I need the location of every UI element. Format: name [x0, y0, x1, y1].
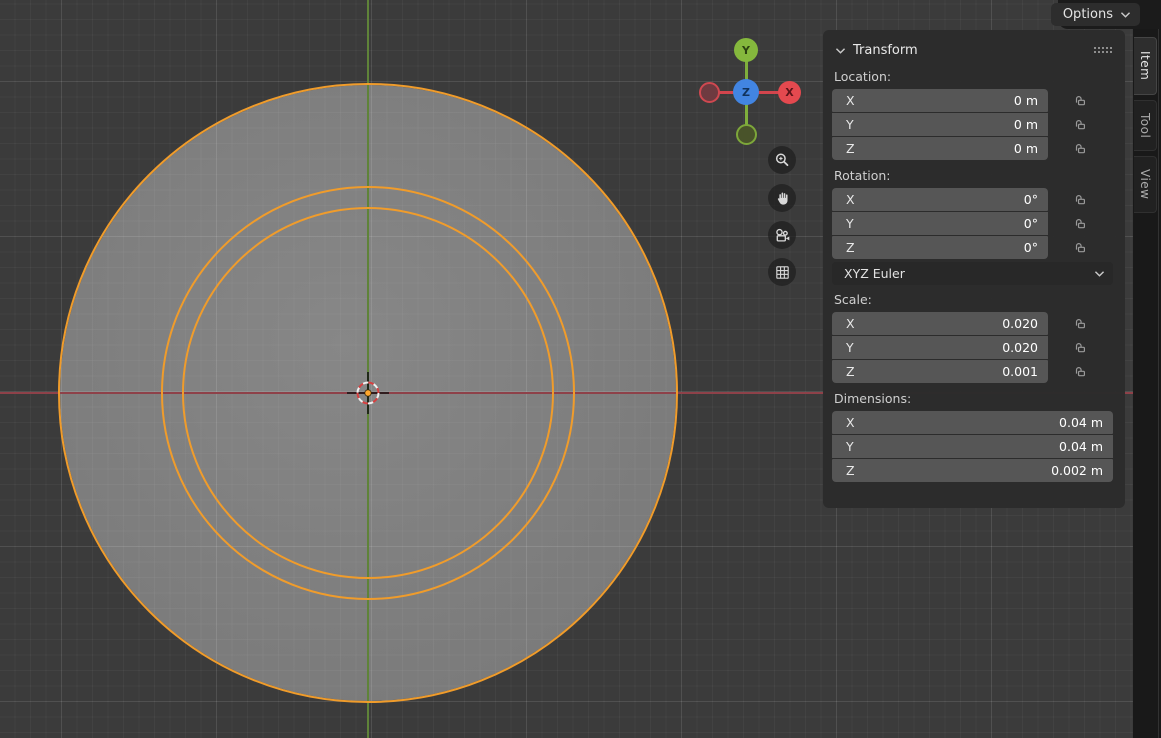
axis-label: X	[846, 192, 855, 207]
gizmo-x-negative-ball[interactable]	[699, 82, 720, 103]
rotation-mode-select[interactable]: XYZ Euler	[832, 262, 1113, 285]
transform-panel-header[interactable]: Transform	[832, 38, 1113, 62]
sidebar-tab-item[interactable]: Item	[1134, 37, 1157, 95]
field-value: 0.002 m	[1051, 463, 1103, 478]
section-label: Rotation:	[832, 161, 1113, 188]
lock-toggle[interactable]	[1048, 236, 1113, 259]
section-dimensions: Dimensions: X 0.04 m Y 0.04 m Z 0.002 m	[832, 384, 1113, 482]
tab-label: View	[1138, 169, 1152, 199]
gizmo-x-label: X	[785, 86, 793, 99]
pan-button[interactable]	[768, 184, 796, 212]
transform-panel: Transform Location: X 0 m Y 0 m Z 0 m Rotati…	[823, 30, 1125, 508]
chevron-down-icon	[1094, 269, 1105, 278]
unlock-icon	[1074, 341, 1087, 354]
gizmo-x-positive-ball[interactable]: X	[778, 81, 801, 104]
rotation-x-field[interactable]: X 0°	[832, 188, 1048, 211]
axis-label: Y	[846, 439, 854, 454]
unlock-icon	[1074, 142, 1087, 155]
tab-label: Item	[1138, 51, 1152, 80]
section-scale: Scale: X 0.020 Y 0.020 Z 0.001	[832, 285, 1113, 383]
axis-label: X	[846, 415, 855, 430]
unlock-icon	[1074, 217, 1087, 230]
lock-toggle[interactable]	[1048, 188, 1113, 211]
section-label: Scale:	[832, 285, 1113, 312]
3d-cursor-icon	[344, 369, 392, 417]
blender-3d-viewport: Y Z X Item Tool View	[0, 0, 1161, 738]
dimensions-z-field[interactable]: Z 0.002 m	[832, 459, 1113, 482]
lock-toggle[interactable]	[1048, 212, 1113, 235]
field-value: 0°	[1024, 240, 1038, 255]
field-value: 0°	[1024, 192, 1038, 207]
gizmo-z-ball[interactable]: Z	[733, 79, 759, 105]
field-value: 0.020	[1002, 340, 1038, 355]
lock-toggle[interactable]	[1048, 336, 1113, 359]
chevron-down-icon	[1120, 10, 1131, 19]
grid-icon	[774, 264, 791, 281]
axis-label: Y	[846, 216, 854, 231]
field-value: 0 m	[1014, 93, 1038, 108]
field-value: 0.001	[1002, 364, 1038, 379]
gizmo-y-positive-ball[interactable]: Y	[734, 38, 758, 62]
axis-label: Y	[846, 340, 854, 355]
section-label: Location:	[832, 62, 1113, 89]
sidebar-tab-view[interactable]: View	[1134, 156, 1157, 213]
lock-toggle[interactable]	[1048, 89, 1113, 112]
rotation-mode-value: XYZ Euler	[844, 266, 905, 281]
unlock-icon	[1074, 365, 1087, 378]
location-y-field[interactable]: Y 0 m	[832, 113, 1048, 136]
field-value: 0.020	[1002, 316, 1038, 331]
scale-x-field[interactable]: X 0.020	[832, 312, 1048, 335]
lock-toggle[interactable]	[1048, 312, 1113, 335]
section-rotation: Rotation: X 0° Y 0° Z 0° XYZ Euler	[832, 161, 1113, 285]
field-value: 0 m	[1014, 141, 1038, 156]
section-location: Location: X 0 m Y 0 m Z 0 m	[832, 62, 1113, 160]
location-z-field[interactable]: Z 0 m	[832, 137, 1048, 160]
sidebar-tab-tool[interactable]: Tool	[1134, 100, 1157, 151]
lock-toggle[interactable]	[1048, 113, 1113, 136]
gizmo-y-negative-ball[interactable]	[736, 124, 757, 145]
scale-z-field[interactable]: Z 0.001	[832, 360, 1048, 383]
dimensions-x-field[interactable]: X 0.04 m	[832, 411, 1113, 434]
axis-label: Y	[846, 117, 854, 132]
options-label: Options	[1063, 7, 1113, 22]
zoom-icon	[773, 151, 791, 169]
zoom-button[interactable]	[768, 146, 796, 174]
field-value: 0.04 m	[1059, 439, 1103, 454]
field-value: 0 m	[1014, 117, 1038, 132]
camera-icon	[773, 226, 792, 245]
pan-icon	[774, 190, 791, 207]
gizmo-z-label: Z	[742, 86, 750, 99]
dimensions-y-field[interactable]: Y 0.04 m	[832, 435, 1113, 458]
axis-label: Z	[846, 364, 855, 379]
navigation-gizmo[interactable]: Y Z X	[690, 30, 806, 146]
location-x-field[interactable]: X 0 m	[832, 89, 1048, 112]
tab-label: Tool	[1138, 113, 1152, 138]
unlock-icon	[1074, 317, 1087, 330]
unlock-icon	[1074, 118, 1087, 131]
axis-label: Z	[846, 141, 855, 156]
field-value: 0.04 m	[1059, 415, 1103, 430]
gizmo-y-label: Y	[742, 44, 750, 57]
axis-label: X	[846, 93, 855, 108]
options-dropdown-button[interactable]: Options	[1051, 3, 1140, 26]
rotation-z-field[interactable]: Z 0°	[832, 236, 1048, 259]
lock-toggle[interactable]	[1048, 137, 1113, 160]
axis-label: Z	[846, 463, 855, 478]
section-label: Dimensions:	[832, 384, 1113, 411]
axis-label: X	[846, 316, 855, 331]
unlock-icon	[1074, 241, 1087, 254]
unlock-icon	[1074, 94, 1087, 107]
unlock-icon	[1074, 193, 1087, 206]
perspective-toggle-button[interactable]	[768, 258, 796, 286]
panel-drag-grip[interactable]	[1093, 46, 1113, 54]
axis-label: Z	[846, 240, 855, 255]
lock-toggle[interactable]	[1048, 360, 1113, 383]
scale-y-field[interactable]: Y 0.020	[832, 336, 1048, 359]
field-value: 0°	[1024, 216, 1038, 231]
panel-title: Transform	[853, 43, 918, 58]
chevron-down-icon	[835, 46, 846, 55]
rotation-y-field[interactable]: Y 0°	[832, 212, 1048, 235]
camera-view-button[interactable]	[768, 221, 796, 249]
